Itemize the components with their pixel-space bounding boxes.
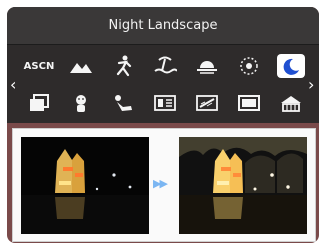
previous-page-arrow-icon[interactable]: ‹: [10, 77, 16, 93]
next-page-arrow-icon[interactable]: ›: [308, 77, 314, 93]
scene-pet-icon[interactable]: [109, 91, 137, 115]
scene-sketch-icon[interactable]: [193, 91, 221, 115]
scene-mode-grid: ‹ › ASCN: [7, 45, 319, 123]
scene-sport-icon[interactable]: [109, 54, 137, 78]
scene-asn-icon[interactable]: ASCN: [24, 54, 55, 78]
scene-window-icon[interactable]: [235, 91, 263, 115]
scene-landscape-icon[interactable]: [67, 54, 95, 78]
scene-sunset-icon[interactable]: [193, 54, 221, 78]
scene-kids-icon[interactable]: [67, 91, 95, 115]
preview-before-image: [21, 137, 149, 234]
transition-arrow-icon: ▶▶: [153, 177, 168, 190]
scene-fireworks-icon[interactable]: [235, 54, 263, 78]
scene-mode-panel: Night Landscape ‹ › ASCN ▶▶: [7, 7, 319, 243]
scene-night-landscape-icon[interactable]: [277, 54, 305, 78]
scene-building-icon[interactable]: [277, 91, 305, 115]
scene-beach-icon[interactable]: [151, 54, 179, 78]
scene-text-icon[interactable]: [151, 91, 179, 115]
page-title: Night Landscape: [7, 7, 319, 45]
preview-after-image: [179, 137, 307, 234]
scene-frame-icon[interactable]: [25, 91, 53, 115]
scene-preview: ▶▶: [12, 128, 316, 242]
